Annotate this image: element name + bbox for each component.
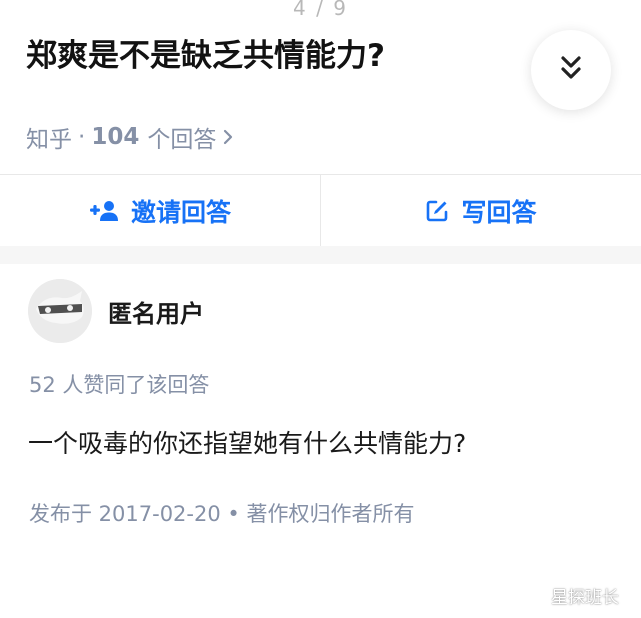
answer-count: 104 — [91, 124, 140, 150]
section-divider — [0, 246, 641, 264]
answer-count-suffix: 个回答 — [147, 127, 217, 153]
question-actions: 邀请回答 写回答 — [0, 174, 641, 246]
edit-icon — [425, 199, 449, 223]
answer-author[interactable]: 匿名用户 — [28, 279, 204, 343]
collapse-button[interactable] — [531, 30, 611, 110]
invite-answer-button[interactable]: 邀请回答 — [0, 175, 320, 246]
question-meta-link[interactable]: 知乎 · 104 个回答 — [26, 120, 234, 154]
watermark: 星探班长 — [551, 588, 619, 608]
chevron-right-icon — [222, 128, 234, 146]
invite-answer-label: 邀请回答 — [130, 197, 231, 227]
page-indicator: 4 / 9 — [293, 0, 348, 20]
author-name: 匿名用户 — [108, 299, 204, 328]
meta-separator: · — [78, 124, 86, 150]
add-user-icon — [89, 200, 119, 222]
vote-count: 52 人赞同了该回答 — [29, 373, 210, 397]
avatar — [28, 279, 92, 343]
answer-publish-info: 发布于 2017-02-20 • 著作权归作者所有 — [29, 502, 415, 526]
question-title: 郑爽是不是缺乏共情能力? — [26, 38, 385, 74]
write-answer-button[interactable]: 写回答 — [320, 175, 641, 246]
double-chevron-down-icon — [558, 54, 584, 86]
source-label: 知乎 — [26, 127, 72, 153]
write-answer-label: 写回答 — [461, 197, 537, 227]
answer-content: 一个吸毒的你还指望她有什么共情能力? — [28, 429, 467, 458]
